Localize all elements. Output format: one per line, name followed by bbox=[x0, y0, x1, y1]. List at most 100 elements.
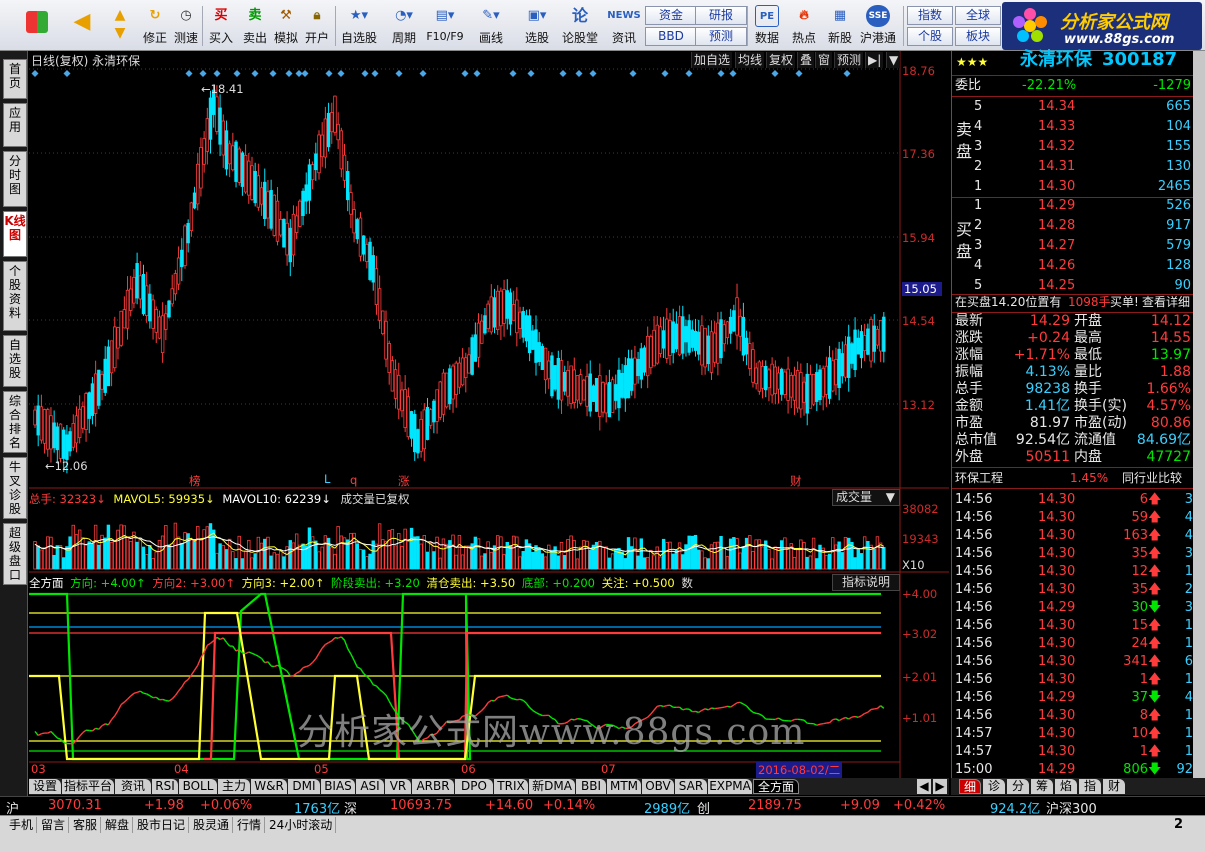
adjust-button[interactable]: 复权 bbox=[766, 52, 796, 68]
draw-line-button[interactable]: ✎▾ 画线 bbox=[472, 4, 510, 48]
stock-button[interactable]: 个股 bbox=[907, 27, 953, 46]
buy-level-row[interactable]: 3 14.27 579 bbox=[952, 237, 1194, 255]
speed-test-button[interactable]: ◷ 测速 bbox=[168, 4, 204, 48]
left-tab-kline[interactable]: K线图 bbox=[3, 211, 27, 257]
forum-button[interactable]: 论 论股堂 bbox=[560, 4, 600, 48]
indicator-tab[interactable]: ASI bbox=[356, 779, 384, 794]
left-tab-apps[interactable]: 应用 bbox=[3, 103, 27, 147]
status-item[interactable]: 留言 bbox=[38, 817, 70, 833]
window-button[interactable]: 窗 bbox=[815, 52, 833, 68]
left-tab-timeshare[interactable]: 分时图 bbox=[3, 151, 27, 207]
buy-level-row[interactable]: 1 14.29 526 bbox=[952, 197, 1194, 215]
windows-icon[interactable] bbox=[22, 10, 52, 54]
status-item[interactable]: 手机 bbox=[6, 817, 38, 833]
indicator-tab[interactable]: VR bbox=[385, 779, 411, 794]
right-panel-tab[interactable]: 细 bbox=[959, 779, 981, 794]
status-item[interactable]: 客服 bbox=[70, 817, 102, 833]
right-panel-tab[interactable]: 诊 bbox=[983, 779, 1005, 794]
event-label[interactable]: q bbox=[350, 473, 357, 487]
indicator-tab[interactable]: 资讯 bbox=[115, 779, 151, 794]
hk-connect-button[interactable]: SSE 沪港通 bbox=[858, 4, 898, 48]
fund-button[interactable]: 资金 bbox=[645, 6, 697, 25]
watchlist-button[interactable]: ★▾ 自选股 bbox=[338, 4, 380, 48]
scrollbar[interactable] bbox=[1193, 51, 1205, 778]
status-item[interactable]: 24小时滚动 bbox=[266, 817, 337, 833]
left-tab-ranking[interactable]: 综合排名 bbox=[3, 391, 27, 453]
forecast-button[interactable]: 预测 bbox=[695, 27, 747, 46]
indicator-tab[interactable]: BIAS bbox=[321, 779, 355, 794]
indicator-tab[interactable]: W&R bbox=[251, 779, 287, 794]
global-button[interactable]: 全球 bbox=[955, 6, 1001, 25]
indicator-tab[interactable]: RSI bbox=[152, 779, 178, 794]
up-down-icon[interactable]: ▲ ▼ bbox=[106, 6, 134, 50]
news-button[interactable]: NEWS 资讯 bbox=[605, 4, 643, 48]
indicator-tab[interactable]: SAR bbox=[675, 779, 707, 794]
sell-level-row[interactable]: 5 14.34 665 bbox=[952, 98, 1194, 116]
right-panel-tab[interactable]: 筹 bbox=[1031, 779, 1053, 794]
predict-button[interactable]: 预测 bbox=[834, 52, 864, 68]
status-item[interactable]: 股市日记 bbox=[134, 817, 190, 833]
status-item[interactable]: 股灵通 bbox=[190, 817, 234, 833]
tab-scroll-left-icon[interactable]: ◀ bbox=[917, 779, 931, 794]
indicator-tab[interactable]: OBV bbox=[642, 779, 674, 794]
sell-level-row[interactable]: 3 14.32 155 bbox=[952, 138, 1194, 156]
hot-button[interactable]: 🔥︎ 热点 bbox=[786, 4, 822, 48]
period-button[interactable]: ◔▾ 周期 bbox=[384, 4, 424, 48]
buy-level-row[interactable]: 4 14.26 128 bbox=[952, 257, 1194, 275]
indicator-tab[interactable]: 主力 bbox=[218, 779, 250, 794]
indicator-tab[interactable]: 全方面 bbox=[753, 779, 799, 794]
left-tab-profile[interactable]: 个股资料 bbox=[3, 261, 27, 331]
sell-level-row[interactable]: 1 14.30 2465 bbox=[952, 178, 1194, 196]
right-panel-tab[interactable]: 指 bbox=[1079, 779, 1101, 794]
buy-level-row[interactable]: 2 14.28 917 bbox=[952, 217, 1194, 235]
bbd-button[interactable]: BBD bbox=[645, 27, 697, 46]
volume-select[interactable]: 成交量 ▼ bbox=[832, 489, 900, 506]
stock-picker-button[interactable]: ▣▾ 选股 bbox=[518, 4, 556, 48]
sector-button[interactable]: 板块 bbox=[955, 27, 1001, 46]
right-panel-tab[interactable]: 财 bbox=[1103, 779, 1125, 794]
tab-scroll-right-icon[interactable]: ▶ bbox=[933, 779, 947, 794]
left-tab-watchlist[interactable]: 自选股 bbox=[3, 335, 27, 387]
indicator-help-button[interactable]: 指标说明 bbox=[832, 574, 900, 591]
left-tab-diagnosis[interactable]: 牛叉诊股 bbox=[3, 457, 27, 519]
indicator-tab[interactable]: 新DMA bbox=[529, 779, 575, 794]
indicator-tab[interactable]: EXPMA bbox=[708, 779, 752, 794]
indicator-tab[interactable]: DMI bbox=[288, 779, 320, 794]
overlay-button[interactable]: 叠 bbox=[797, 52, 815, 68]
indicator-tab[interactable]: DPO bbox=[455, 779, 493, 794]
status-item[interactable]: 解盘 bbox=[102, 817, 134, 833]
research-button[interactable]: 研报 bbox=[695, 6, 747, 25]
ipo-button[interactable]: ▦ 新股 bbox=[822, 4, 858, 48]
chart-menu-button[interactable]: ▼ bbox=[886, 52, 901, 68]
indicator-tab[interactable]: 指标平台 bbox=[62, 779, 114, 794]
right-panel-tab[interactable]: 焰 bbox=[1055, 779, 1077, 794]
event-label[interactable]: L bbox=[324, 472, 330, 486]
f10-button[interactable]: ▤▾ F10/F9 bbox=[425, 4, 465, 48]
indicator-tab[interactable]: MTM bbox=[607, 779, 641, 794]
event-label[interactable]: 财 bbox=[790, 473, 802, 489]
ma-button[interactable]: 均线 bbox=[735, 52, 765, 68]
back-arrow-icon[interactable]: ◀ bbox=[66, 10, 98, 54]
left-tab-home[interactable]: 首页 bbox=[3, 59, 27, 99]
big-order-notice[interactable]: 在买盘14.20位置有 1098手 买单! 查看详细 bbox=[952, 293, 1194, 311]
status-item[interactable]: 行情 bbox=[234, 817, 266, 833]
sell-level-row[interactable]: 2 14.31 130 bbox=[952, 158, 1194, 176]
chart-area[interactable]: 日线(复权) 永清环保 加自选 均线 复权 叠 窗 预测 ▶| ▼ 18.76 … bbox=[29, 51, 949, 778]
indicator-tab[interactable]: 设置 bbox=[29, 779, 61, 794]
left-tab-order-book[interactable]: 超级盘口 bbox=[3, 523, 27, 585]
right-panel-tab[interactable]: 分 bbox=[1007, 779, 1029, 794]
index-button[interactable]: 指数 bbox=[907, 6, 953, 25]
kline-chart[interactable] bbox=[29, 51, 949, 778]
sell-level-row[interactable]: 4 14.33 104 bbox=[952, 118, 1194, 136]
event-label[interactable]: 涨 bbox=[398, 473, 410, 489]
industry-row[interactable]: 环保工程 1.45% 同行业比较 bbox=[952, 469, 1194, 487]
data-button[interactable]: PE 数据 bbox=[749, 4, 785, 48]
indicator-tab[interactable]: BBI bbox=[576, 779, 606, 794]
buy-button[interactable]: 买 买入 bbox=[203, 4, 239, 48]
indicator-tab[interactable]: TRIX bbox=[494, 779, 528, 794]
indicator-tab[interactable]: BOLL bbox=[179, 779, 217, 794]
add-watch-button[interactable]: 加自选 bbox=[691, 52, 733, 68]
indicator-tab[interactable]: ARBR bbox=[412, 779, 454, 794]
open-account-button[interactable]: 🔒︎ 开户 bbox=[299, 4, 335, 48]
jump-end-button[interactable]: ▶| bbox=[865, 52, 884, 68]
